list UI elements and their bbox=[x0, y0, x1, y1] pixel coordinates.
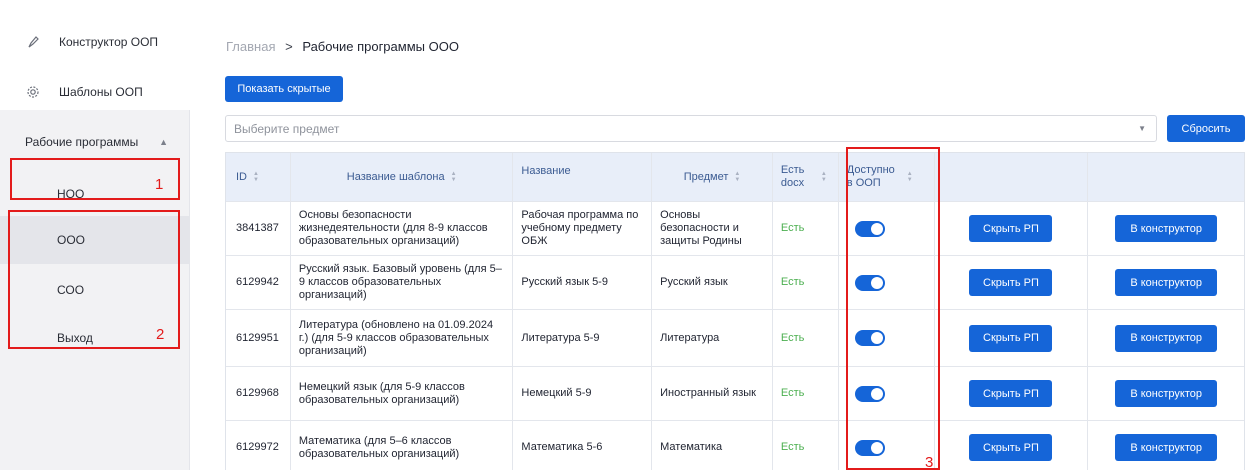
sort-icon: ▲ ▼ bbox=[450, 171, 457, 183]
cell-hide: Скрыть РП bbox=[935, 367, 1089, 420]
cell-constructor: В конструктор bbox=[1088, 367, 1244, 420]
brush-icon bbox=[25, 34, 41, 50]
cell-subject: Русский язык bbox=[652, 256, 773, 309]
column-header-hide bbox=[935, 153, 1089, 201]
reset-button[interactable]: Сбросить bbox=[1167, 115, 1245, 142]
table-row: 6129951 Литература (обновлено на 01.09.2… bbox=[226, 310, 1244, 367]
gear-icon bbox=[25, 84, 41, 100]
sidebar-section-work-programs[interactable]: Рабочие программы ▲ bbox=[0, 128, 190, 156]
to-constructor-button[interactable]: В конструктор bbox=[1115, 215, 1218, 242]
sidebar-item-constructor[interactable]: Конструктор ООП bbox=[0, 28, 190, 56]
hide-rp-button[interactable]: Скрыть РП bbox=[969, 380, 1053, 407]
hide-rp-button[interactable]: Скрыть РП bbox=[969, 434, 1053, 461]
breadcrumb-separator: > bbox=[285, 39, 293, 54]
to-constructor-button[interactable]: В конструктор bbox=[1115, 380, 1218, 407]
annotation-number: 2 bbox=[156, 326, 165, 343]
cell-constructor: В конструктор bbox=[1088, 310, 1244, 366]
column-header-subject[interactable]: Предмет ▲ ▼ bbox=[652, 153, 773, 201]
cell-constructor: В конструктор bbox=[1088, 202, 1244, 255]
sort-icon: ▲ ▼ bbox=[253, 171, 259, 183]
cell-docx-status: Есть bbox=[773, 256, 839, 309]
column-header-label: Предмет bbox=[683, 170, 729, 183]
cell-hide: Скрыть РП bbox=[935, 202, 1089, 255]
cell-hide: Скрыть РП bbox=[935, 421, 1089, 470]
to-constructor-button[interactable]: В конструктор bbox=[1115, 324, 1218, 352]
sidebar-section-label: Рабочие программы bbox=[25, 135, 139, 149]
cell-name: Математика 5-6 bbox=[513, 421, 653, 470]
sidebar-item-templates[interactable]: Шаблоны ООП bbox=[0, 78, 190, 106]
annotation-box-3 bbox=[846, 147, 940, 470]
cell-id: 3841387 bbox=[226, 202, 291, 255]
cell-name: Немецкий 5-9 bbox=[513, 367, 653, 420]
annotation-number: 1 bbox=[155, 176, 164, 193]
to-constructor-button[interactable]: В конструктор bbox=[1115, 434, 1218, 461]
table-row: 3841387 Основы безопасности жизнедеятель… bbox=[226, 202, 1244, 256]
subject-select[interactable]: Выберите предмет ▼ bbox=[225, 115, 1157, 142]
subject-select-placeholder: Выберите предмет bbox=[234, 121, 340, 136]
sidebar-item-label: Шаблоны ООП bbox=[59, 85, 143, 99]
cell-constructor: В конструктор bbox=[1088, 421, 1244, 470]
column-header-label: Название шаблона bbox=[346, 170, 445, 183]
cell-subject: Математика bbox=[652, 421, 773, 470]
annotation-number: 3 bbox=[925, 454, 934, 470]
cell-subject: Иностранный язык bbox=[652, 367, 773, 420]
cell-docx-status: Есть bbox=[773, 202, 839, 255]
hide-rp-button[interactable]: Скрыть РП bbox=[969, 324, 1053, 352]
sidebar-item-label: Конструктор ООП bbox=[59, 35, 159, 49]
cell-template: Литература (обновлено на 01.09.2024 г.) … bbox=[291, 310, 514, 366]
cell-id: 6129968 bbox=[226, 367, 291, 420]
cell-name: Рабочая программа по учебному предмету О… bbox=[513, 202, 653, 255]
column-header-name: Название bbox=[513, 153, 653, 201]
column-header-id[interactable]: ID ▲ ▼ bbox=[226, 153, 291, 201]
breadcrumb: Главная > Рабочие программы ООО bbox=[226, 39, 459, 54]
show-hidden-button[interactable]: Показать скрытые bbox=[225, 76, 343, 102]
sort-icon: ▲ ▼ bbox=[734, 171, 741, 183]
cell-subject: Основы безопасности и защиты Родины bbox=[652, 202, 773, 255]
page-title: Рабочие программы ООО bbox=[302, 39, 459, 54]
hide-rp-button[interactable]: Скрыть РП bbox=[969, 215, 1053, 242]
column-header-label: Название bbox=[521, 165, 571, 177]
column-header-constructor bbox=[1088, 153, 1244, 201]
to-constructor-button[interactable]: В конструктор bbox=[1115, 269, 1218, 296]
cell-id: 6129972 bbox=[226, 421, 291, 470]
cell-hide: Скрыть РП bbox=[935, 310, 1089, 366]
cell-template: Русский язык. Базовый уровень (для 5–9 к… bbox=[291, 256, 514, 309]
cell-id: 6129942 bbox=[226, 256, 291, 309]
table-row: 6129942 Русский язык. Базовый уровень (д… bbox=[226, 256, 1244, 310]
cell-docx-status: Есть bbox=[773, 310, 839, 366]
cell-id: 6129951 bbox=[226, 310, 291, 366]
cell-name: Литература 5-9 bbox=[513, 310, 653, 366]
column-header-template[interactable]: Название шаблона ▲ ▼ bbox=[291, 153, 514, 201]
programs-table: ID ▲ ▼ Название шаблона ▲ ▼ Название Предм… bbox=[225, 152, 1245, 470]
chevron-up-icon: ▲ bbox=[159, 137, 168, 147]
cell-constructor: В конструктор bbox=[1088, 256, 1244, 309]
chevron-down-icon: ▼ bbox=[1138, 124, 1146, 133]
annotation-box-2 bbox=[8, 210, 180, 349]
table-header-row: ID ▲ ▼ Название шаблона ▲ ▼ Название Предм… bbox=[226, 153, 1244, 202]
breadcrumb-home-link[interactable]: Главная bbox=[226, 39, 275, 54]
cell-template: Математика (для 5–6 классов образователь… bbox=[291, 421, 514, 470]
cell-name: Русский язык 5-9 bbox=[513, 256, 653, 309]
sort-icon: ▲ ▼ bbox=[820, 171, 827, 183]
cell-docx-status: Есть bbox=[773, 421, 839, 470]
cell-template: Немецкий язык (для 5-9 классов образоват… bbox=[291, 367, 514, 420]
cell-subject: Литература bbox=[652, 310, 773, 366]
cell-docx-status: Есть bbox=[773, 367, 839, 420]
table-row: 6129968 Немецкий язык (для 5-9 классов о… bbox=[226, 367, 1244, 421]
table-row: 6129972 Математика (для 5–6 классов обра… bbox=[226, 421, 1244, 470]
column-header-docx[interactable]: Есть docx ▲ ▼ bbox=[773, 153, 839, 201]
column-header-label: Есть docx bbox=[780, 164, 805, 189]
column-header-label: ID bbox=[236, 170, 247, 183]
cell-template: Основы безопасности жизнедеятельности (д… bbox=[291, 202, 514, 255]
cell-hide: Скрыть РП bbox=[935, 256, 1089, 309]
hide-rp-button[interactable]: Скрыть РП bbox=[969, 269, 1053, 296]
